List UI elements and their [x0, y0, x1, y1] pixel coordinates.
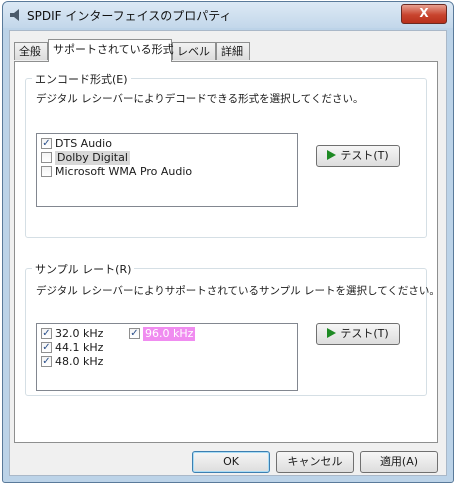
48khz-label: 48.0 kHz [55, 355, 104, 368]
dts-audio-label: DTS Audio [55, 137, 112, 150]
encode-format-group: エンコード形式(E) デジタル レシーバーによりデコードできる形式を選択してくだ… [25, 71, 427, 238]
sample-rate-group: サンプル レート(R) デジタル レシーバーによりサポートされているサンプル レ… [25, 261, 440, 396]
96khz-label: 96.0 kHz [143, 327, 196, 341]
sample-rate-label: サンプル レート(R) [32, 261, 135, 277]
48khz-checkbox[interactable]: ✓ [41, 356, 52, 367]
title-bar[interactable]: SPDIF インターフェイスのプロパティ X [3, 2, 453, 28]
44khz-label: 44.1 kHz [55, 341, 104, 354]
sample-test-label: テスト(T) [340, 327, 389, 340]
44khz-checkbox[interactable]: ✓ [41, 342, 52, 353]
close-button[interactable]: X [401, 4, 447, 24]
dolby-digital-checkbox[interactable] [41, 152, 52, 163]
sample-rate-list[interactable]: ✓ 32.0 kHz ✓ 44.1 kHz ✓ 48.0 kHz ✓ 96.0 … [36, 323, 298, 391]
apply-button[interactable]: 適用(A) [360, 451, 438, 473]
tab-panel: エンコード形式(E) デジタル レシーバーによりデコードできる形式を選択してくだ… [14, 61, 440, 443]
dts-audio-checkbox[interactable]: ✓ [41, 138, 52, 149]
tab-supported-formats[interactable]: サポートされている形式 [48, 39, 174, 62]
96khz-checkbox[interactable]: ✓ [129, 328, 140, 339]
properties-window: SPDIF インターフェイスのプロパティ X 全般 サポートされている形式 レベ… [2, 1, 454, 483]
dialog-body: 全般 サポートされている形式 レベル 詳細 エンコード形式(E) デジタル レシ… [9, 30, 447, 476]
speaker-icon [10, 9, 19, 21]
window-title: SPDIF インターフェイスのプロパティ [27, 9, 232, 23]
encode-format-list[interactable]: ✓ DTS Audio Dolby Digital Microsoft WMA … [36, 133, 298, 207]
encode-test-button[interactable]: テスト(T) [316, 145, 400, 167]
32khz-checkbox[interactable]: ✓ [41, 328, 52, 339]
play-icon [327, 150, 337, 160]
tab-general[interactable]: 全般 [14, 42, 48, 60]
sample-test-button[interactable]: テスト(T) [316, 323, 400, 345]
cancel-button[interactable]: キャンセル [276, 451, 354, 473]
tab-levels[interactable]: レベル [172, 42, 216, 60]
32khz-label: 32.0 kHz [55, 327, 104, 340]
dolby-digital-label: Dolby Digital [55, 151, 130, 165]
tab-advanced[interactable]: 詳細 [216, 42, 250, 60]
encode-test-label: テスト(T) [340, 149, 389, 162]
encode-format-description: デジタル レシーバーによりデコードできる形式を選択してください。 [36, 93, 364, 105]
wma-pro-label: Microsoft WMA Pro Audio [55, 165, 193, 178]
ok-button[interactable]: OK [192, 451, 270, 473]
sample-rate-description: デジタル レシーバーによりサポートされているサンプル レートを選択してください。 [36, 285, 440, 297]
encode-format-label: エンコード形式(E) [32, 71, 131, 87]
wma-pro-checkbox[interactable] [41, 166, 52, 177]
play-icon [327, 328, 337, 338]
